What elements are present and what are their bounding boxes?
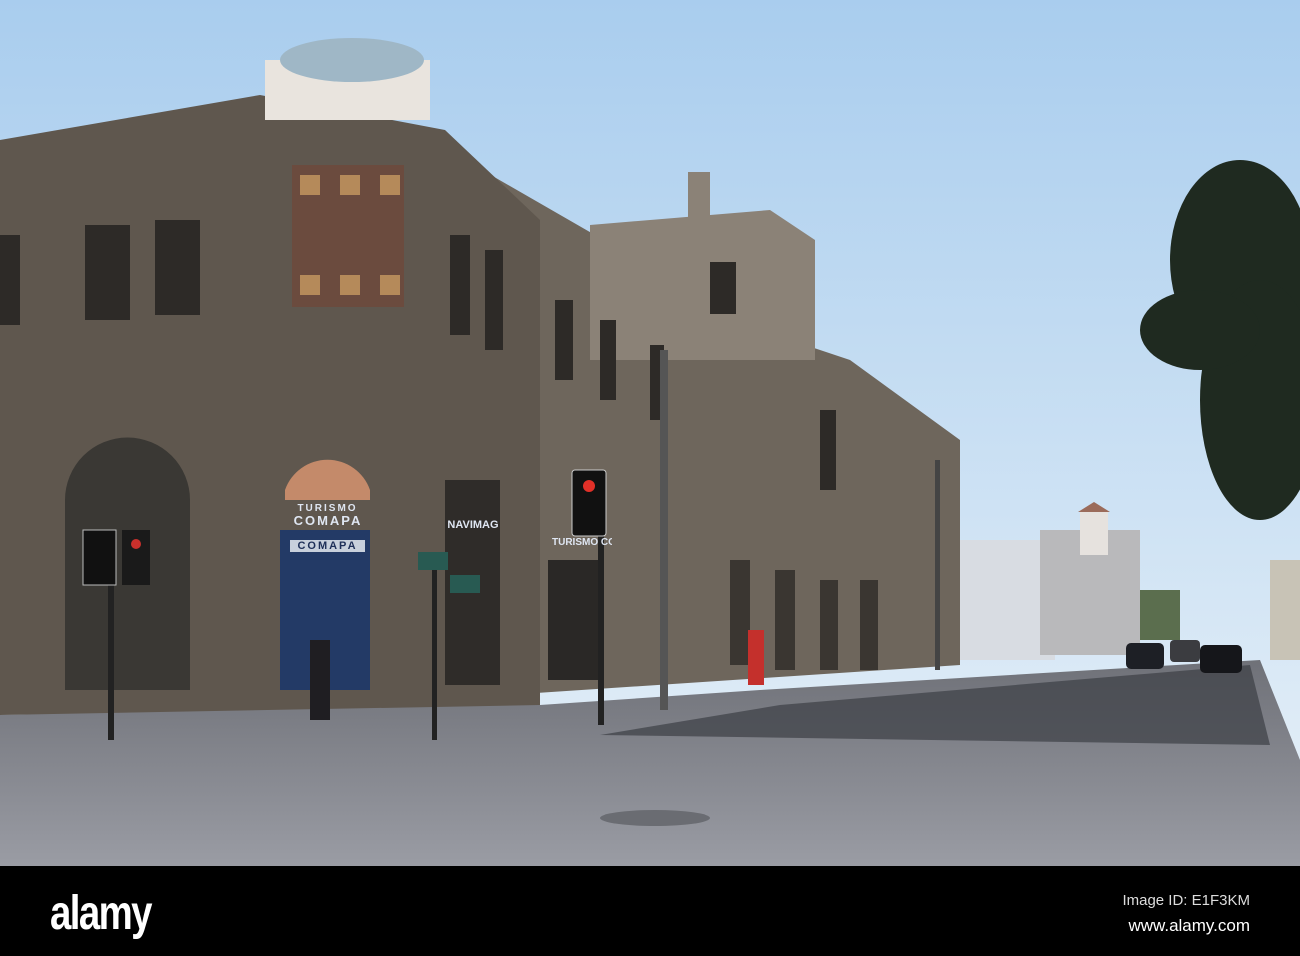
shutter-logo: COMAPA <box>290 540 365 552</box>
sign-comapa: COMAPA <box>293 513 363 528</box>
photo-scene <box>0 0 1300 866</box>
alamy-logo: alamy <box>50 887 152 940</box>
manhole <box>600 810 710 826</box>
watermark-footer: alamy Image ID: E1F3KM www.alamy.com <box>0 866 1300 956</box>
street-photo: TURISMO COMAPA COMAPA NAVIMAG TURISMO CO… <box>0 0 1300 956</box>
image-id: Image ID: E1F3KM <box>1122 892 1250 909</box>
tower <box>590 210 815 360</box>
sign-turismo-comapa-2: TURISMO COMAPA <box>552 537 612 548</box>
website: www.alamy.com <box>1128 916 1250 935</box>
sign-navimag: NAVIMAG <box>447 519 499 531</box>
